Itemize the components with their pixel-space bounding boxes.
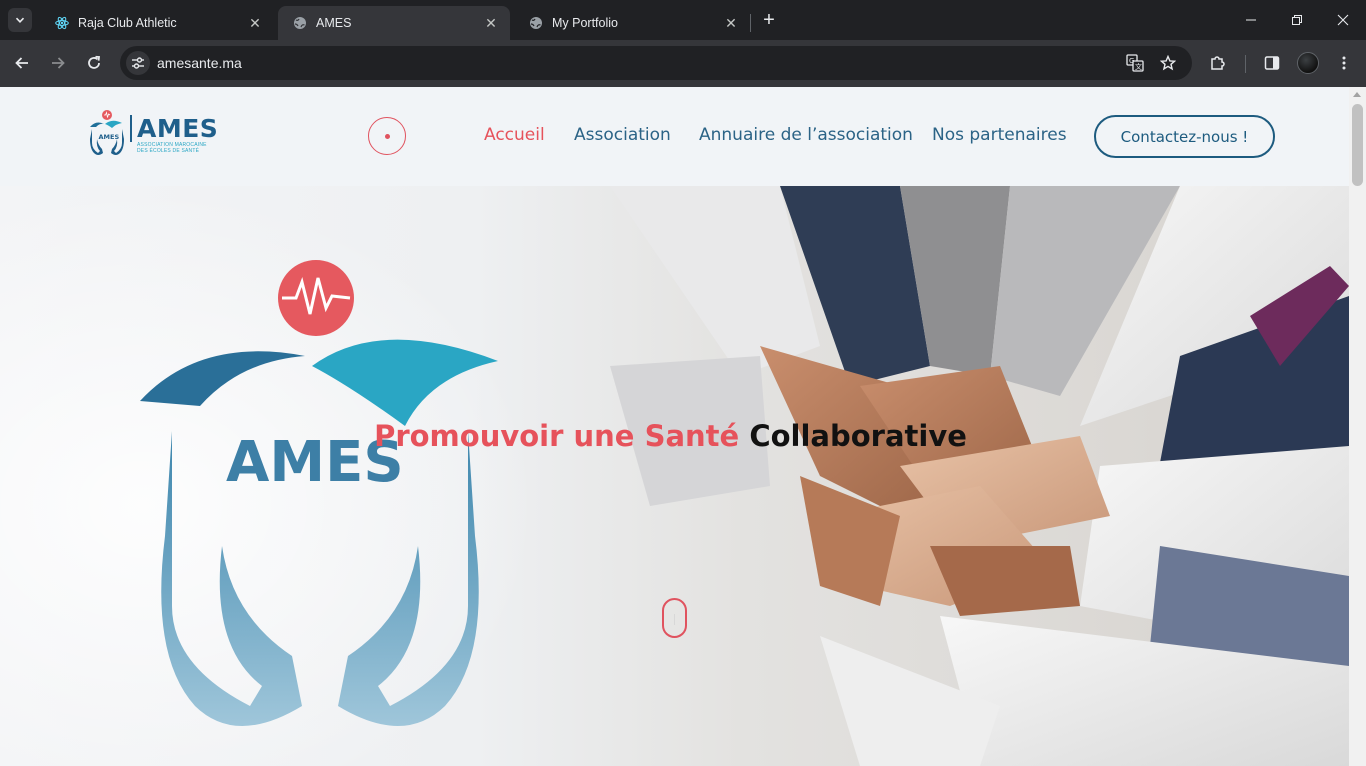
forward-button[interactable] [45, 50, 71, 76]
tab-separator [750, 14, 751, 32]
restore-icon [1292, 15, 1302, 25]
tab-search-button[interactable] [8, 8, 32, 32]
plus-icon: + [763, 8, 775, 31]
translate-button[interactable]: G文 [1124, 52, 1146, 74]
close-icon [1337, 14, 1349, 26]
site-info-button[interactable] [126, 51, 150, 75]
browser-menu-button[interactable] [1333, 52, 1355, 74]
translate-icon: G文 [1126, 54, 1144, 72]
svg-text:AMES: AMES [99, 133, 120, 141]
site-header: AMES AMES Association Marocaine des Écol… [0, 87, 1349, 186]
ames-logo-icon: AMES [90, 110, 124, 155]
url-text[interactable]: amesante.ma [157, 55, 242, 71]
mouse-wheel-icon [674, 614, 675, 625]
reload-icon [88, 55, 100, 69]
arrow-left-icon [15, 57, 28, 69]
contact-button[interactable]: Contactez-nous ! [1094, 115, 1275, 158]
hero-title: Promouvoir une Santé Collaborative [0, 419, 1349, 453]
globe-icon [292, 15, 308, 31]
close-window-button[interactable] [1320, 0, 1366, 40]
restore-button[interactable] [1274, 0, 1320, 40]
hero-section: AMES Promouvoir une Santé Collaborative [0, 186, 1349, 766]
hero-background-image [0, 186, 1349, 766]
dot-icon [384, 133, 390, 139]
tab-title: AMES [316, 16, 352, 30]
nav-partenaires[interactable]: Nos partenaires [932, 125, 1067, 145]
chevron-down-icon [15, 17, 25, 23]
react-icon [54, 15, 70, 31]
tab-title: My Portfolio [552, 16, 618, 30]
address-bar[interactable]: amesante.ma G文 [120, 46, 1192, 80]
tab-title: Raja Club Athletic [78, 16, 177, 30]
page-viewport: AMES AMES Association Marocaine des Écol… [0, 87, 1366, 766]
side-panel-icon [1264, 56, 1280, 70]
hero-title-dark: Collaborative [749, 419, 967, 453]
puzzle-icon [1211, 56, 1225, 70]
nav-association[interactable]: Association [574, 125, 671, 145]
svg-text:文: 文 [1135, 62, 1142, 71]
logo-text: AMES Association Marocaine des Écoles de… [130, 114, 218, 154]
scrollbar-thumb[interactable] [1352, 104, 1363, 186]
globe-icon [528, 15, 544, 31]
scroll-up-icon[interactable] [1353, 92, 1361, 97]
logo-subtitle-line1: Association Marocaine [137, 141, 207, 148]
tab-ames[interactable]: AMES ✕ [278, 6, 510, 40]
nav-accueil[interactable]: Accueil [484, 125, 545, 145]
star-icon [1160, 55, 1176, 71]
browser-toolbar: amesante.ma G文 [0, 40, 1366, 87]
hero-title-accent: Promouvoir une Santé [374, 419, 740, 453]
side-panel-button[interactable] [1261, 52, 1283, 74]
minimize-icon [1246, 19, 1256, 21]
profile-avatar[interactable] [1297, 52, 1319, 74]
arrow-right-icon [52, 57, 65, 69]
tune-icon [132, 57, 144, 69]
close-icon[interactable]: ✕ [722, 14, 740, 32]
bookmark-button[interactable] [1157, 52, 1179, 74]
logo-wordmark: AMES [130, 114, 218, 142]
browser-tab-strip: Raja Club Athletic ✕ AMES ✕ My Portfolio… [0, 0, 1366, 40]
nav-annuaire[interactable]: Annuaire de l’association [699, 125, 913, 145]
new-tab-button[interactable]: + [758, 9, 780, 31]
minimize-button[interactable] [1228, 0, 1274, 40]
toolbar-separator [1245, 55, 1246, 73]
site-logo[interactable]: AMES AMES Association Marocaine des Écol… [88, 109, 218, 159]
reload-button[interactable] [81, 50, 107, 76]
page-scrollbar[interactable] [1349, 87, 1366, 766]
tab-my-portfolio[interactable]: My Portfolio ✕ [514, 6, 750, 40]
extensions-button[interactable] [1207, 52, 1229, 74]
more-vert-icon [1342, 56, 1346, 70]
scroll-down-indicator[interactable] [662, 598, 687, 638]
tab-raja-club-athletic[interactable]: Raja Club Athletic ✕ [40, 6, 274, 40]
back-button[interactable] [9, 50, 35, 76]
close-icon[interactable]: ✕ [482, 14, 500, 32]
close-icon[interactable]: ✕ [246, 14, 264, 32]
logo-subtitle-line2: des Écoles de Santé [137, 147, 200, 154]
decorative-circle [368, 117, 406, 155]
